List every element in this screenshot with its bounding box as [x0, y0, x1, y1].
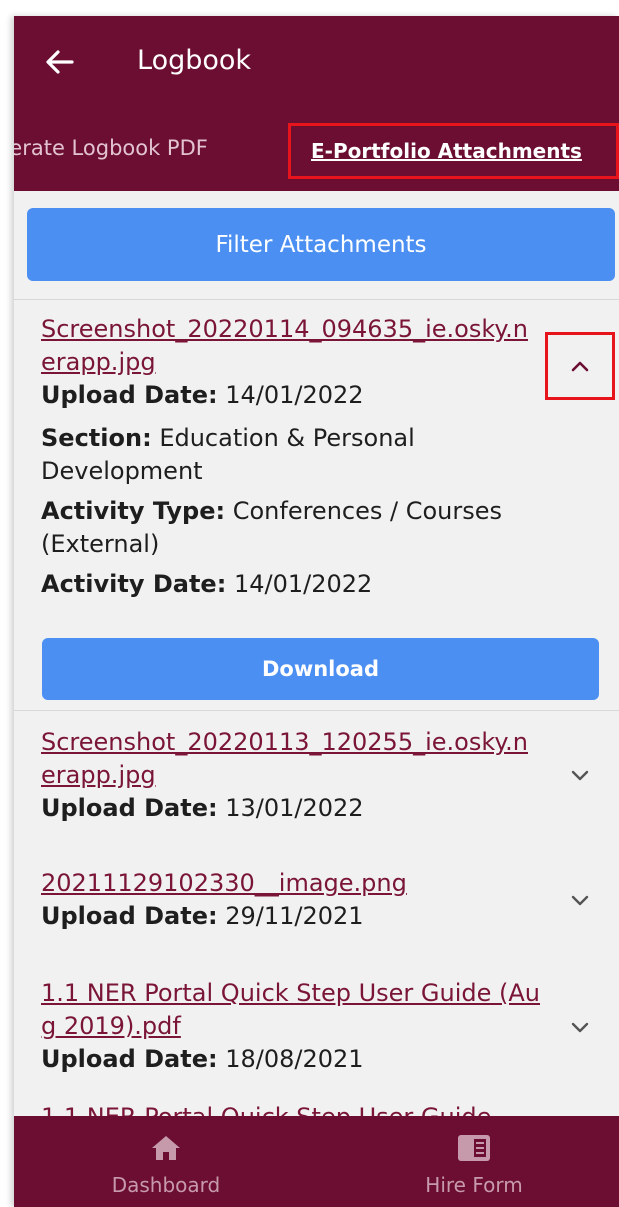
activity-date-value: 14/01/2022 [233, 570, 373, 598]
divider [14, 710, 619, 711]
upload-date-value: 29/11/2021 [225, 902, 364, 930]
activity-date-label: Activity Date: [41, 570, 227, 598]
chevron-down-icon[interactable] [566, 1013, 594, 1041]
attachment-filename-link[interactable]: 1.1 NER Portal Quick Step User Guide (Au… [41, 977, 541, 1043]
upload-date-row: Upload Date: 29/11/2021 [41, 900, 541, 933]
attachment-filename-link[interactable]: Screenshot_20220113_120255_ie.osky.nerap… [41, 726, 541, 792]
download-button[interactable]: Download [42, 638, 599, 700]
chevron-down-icon[interactable] [566, 886, 594, 914]
activity-date-row: Activity Date: 14/01/2022 [41, 568, 541, 601]
chevron-up-icon [571, 361, 589, 372]
tab-generate-logbook-pdf[interactable]: nerate Logbook PDF [14, 136, 208, 160]
page-title: Logbook [137, 45, 252, 76]
attachment-item: Screenshot_20220113_120255_ie.osky.nerap… [41, 726, 541, 825]
attachment-item: 20211129102330__image.png Upload Date: 2… [41, 867, 541, 933]
section-label: Section: [41, 424, 152, 452]
chevron-down-icon[interactable] [566, 761, 594, 789]
activity-type-row: Activity Type: Conferences / Courses (Ex… [41, 495, 541, 561]
nav-hire-form-label: Hire Form [425, 1173, 523, 1197]
nav-dashboard[interactable]: Dashboard [66, 1116, 266, 1207]
collapse-toggle[interactable] [545, 332, 615, 400]
upload-date-value: 18/08/2021 [225, 1045, 364, 1073]
upload-date-label: Upload Date: [41, 381, 218, 409]
back-arrow-icon[interactable] [42, 44, 78, 80]
upload-date-value: 14/01/2022 [225, 381, 364, 409]
attachment-item: 1.1 NER Portal Quick Step User Guide (Au… [41, 977, 541, 1076]
filter-attachments-button[interactable]: Filter Attachments [27, 208, 615, 281]
home-icon [152, 1136, 180, 1160]
nav-dashboard-label: Dashboard [111, 1173, 221, 1197]
tab-e-portfolio-attachments[interactable]: E-Portfolio Attachments [288, 123, 619, 179]
form-icon [458, 1135, 490, 1161]
section-row: Section: Education & Personal Developmen… [41, 422, 541, 488]
bottom-navigation: Dashboard Hire Form [14, 1116, 619, 1207]
upload-date-value: 13/01/2022 [225, 794, 364, 822]
upload-date-label: Upload Date: [41, 1045, 218, 1073]
tab-e-portfolio-label: E-Portfolio Attachments [311, 139, 582, 163]
attachment-filename-link[interactable]: 20211129102330__image.png [41, 867, 541, 900]
upload-date-label: Upload Date: [41, 902, 218, 930]
divider [14, 299, 619, 300]
attachment-item-expanded: Screenshot_20220114_094635_ie.osky.nerap… [41, 313, 541, 601]
upload-date-row: Upload Date: 18/08/2021 [41, 1043, 541, 1076]
upload-date-label: Upload Date: [41, 794, 218, 822]
upload-date-row: Upload Date: 13/01/2022 [41, 792, 541, 825]
upload-date-row: Upload Date: 14/01/2022 [41, 379, 541, 412]
attachment-filename-link[interactable]: Screenshot_20220114_094635_ie.osky.nerap… [41, 313, 541, 379]
app-screen: Logbook nerate Logbook PDF E-Portfolio A… [14, 16, 619, 1207]
activity-type-label: Activity Type: [41, 497, 226, 525]
nav-hire-form[interactable]: Hire Form [374, 1116, 574, 1207]
